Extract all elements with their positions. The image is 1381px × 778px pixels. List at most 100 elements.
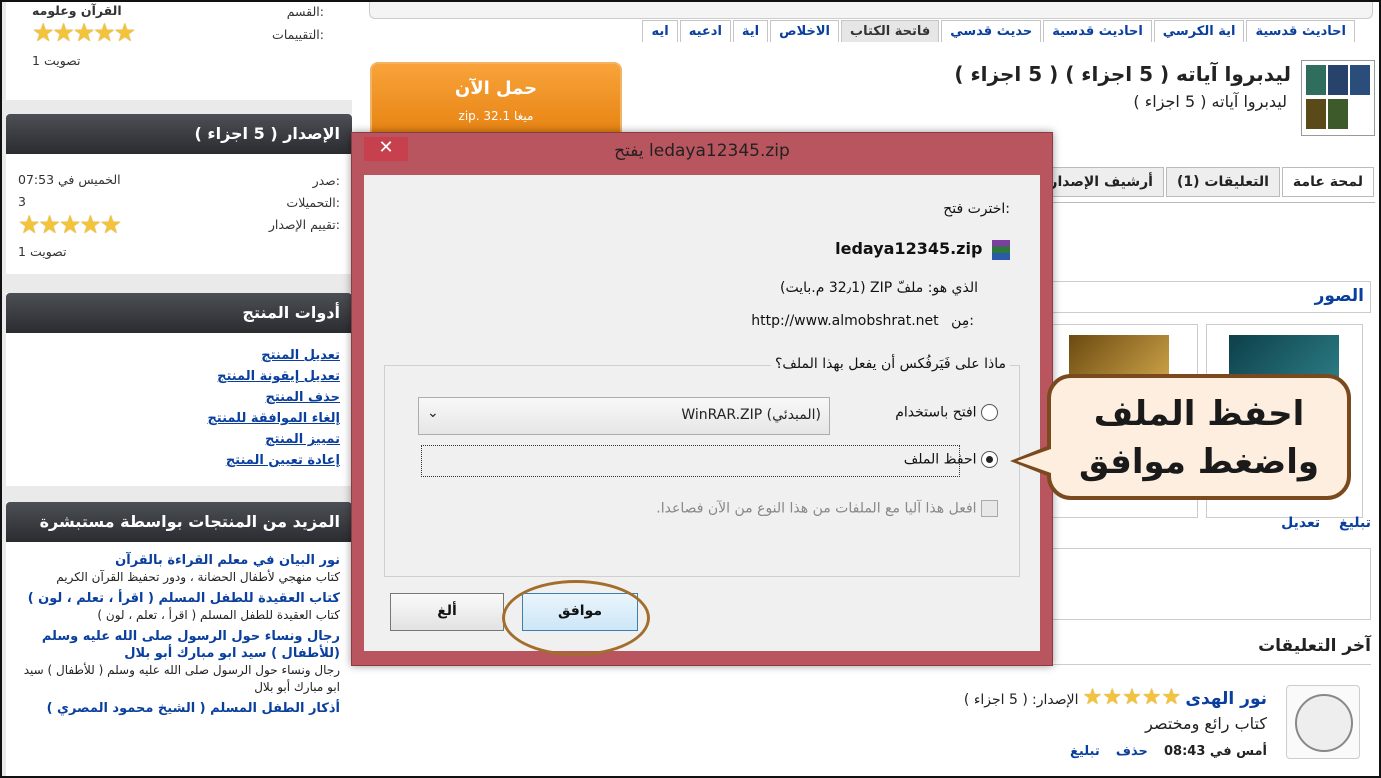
more-product-link[interactable]: رجال ونساء حول الرسول صلى الله عليه وسلم… (20, 628, 340, 662)
release-box-title: الإصدار ( 5 اجزاء ) (6, 114, 352, 154)
product-tabs: لمحة عامة التعليقات (1) أرشيف الإصدارات (1018, 167, 1374, 197)
ok-highlight-ellipse (502, 580, 650, 656)
tag-link[interactable]: احاديث قدسية (1246, 20, 1355, 42)
release-votes: 1 تصويت (18, 244, 67, 259)
open-with-radio[interactable] (981, 404, 998, 421)
comment-report-link[interactable]: تبليغ (1070, 744, 1100, 759)
question-label: ماذا على فَيَرفُكس أن يفعل بهذا الملف؟ (770, 356, 1010, 372)
save-file-label: احفظ الملف (903, 451, 977, 468)
latest-comments-heading: آخر التعليقات (1258, 636, 1371, 656)
comment-header: نور الهدى ★★★★★ الإصدار: ( 5 اجزاء ) (882, 685, 1267, 710)
downloads-label: التحميلات: (286, 195, 340, 210)
from-row: http://www.almobshrat.net مِن: (751, 313, 974, 329)
more-product-desc: كتاب العقيدة للطفل المسلم ( اقرأ ، تعلم … (97, 608, 340, 622)
save-file-option[interactable]: احفظ الملف (904, 451, 998, 468)
dialog-body: اخترت فتح: ledaya12345.zip الذي هو: ملفّ… (364, 175, 1040, 651)
file-type-line: الذي هو: ملفّ ZIP (32٫1 م.بايت) (780, 280, 978, 296)
callout-line1: احفظ الملف (1093, 394, 1305, 434)
downloads-value: 3 (18, 194, 26, 209)
issued-value: الخميس في 07:53 (18, 172, 121, 187)
more-product-link[interactable]: نور البيان في معلم القراءة بالقرآن (20, 552, 340, 569)
top-scroll-area (369, 2, 1373, 19)
tag-link[interactable]: احاديث قدسية (1043, 20, 1152, 42)
unapprove-product-link[interactable]: إلغاء الموافقة للمنتج (6, 408, 340, 429)
section-link[interactable]: القرآن وعلومه (32, 3, 122, 18)
tags-row: احاديث قدسية اية الكرسي احاديث قدسية حدي… (640, 20, 1355, 42)
product-title: ليدبروا آياته ( 5 اجزاء ) ( 5 اجزاء ) (954, 62, 1291, 86)
instruction-callout: احفظ الملف واضغط موافق (1047, 374, 1351, 500)
tag-link[interactable]: اية (732, 20, 769, 42)
edit-product-link[interactable]: تعديل المنتج (6, 345, 340, 366)
release-rating-label: تقييم الإصدار: (268, 217, 340, 232)
more-product-link[interactable]: أذكار الطفل المسلم ( الشيخ محمود المصري … (20, 700, 340, 717)
product-thumbnail (1301, 60, 1375, 136)
comment-release-label: الإصدار: (1032, 692, 1079, 708)
comment-footer: أمس في 08:43 حذف تبليغ (1070, 744, 1267, 759)
ratings-label: التقييمات: (272, 27, 324, 42)
tabs-divider (1050, 202, 1375, 203)
more-products-list: نور البيان في معلم القراءة بالقرآن كتاب … (6, 542, 352, 717)
save-option-focus (421, 445, 960, 477)
edit-product-icon-link[interactable]: تعديل إيقونة المنتج (6, 366, 340, 387)
edit-link[interactable]: تعديل (1281, 515, 1320, 531)
cancel-button[interactable]: ألغ (390, 593, 504, 631)
images-heading: الصور (1314, 286, 1364, 306)
open-with-select[interactable]: ⌄ WinRAR.ZIP (المبدئي) (418, 397, 830, 435)
more-products-box: المزيد من المنتجات بواسطة مستبشرة نور ال… (6, 502, 352, 776)
download-size: zip. 32.1 ميغا (458, 109, 534, 123)
issued-label: صدر: (312, 173, 340, 188)
product-actions: تبليغ تعديل (1281, 515, 1371, 531)
tab-overview[interactable]: لمحة عامة (1281, 167, 1374, 197)
avatar[interactable] (1286, 685, 1360, 759)
open-with-option[interactable]: افتح باستخدام (895, 404, 998, 421)
screenshot-frame: القسم: القرآن وعلومه التقييمات: ★★★★★ 1 … (0, 0, 1381, 778)
auto-label: افعل هذا آليا مع الملفات من هذا النوع من… (656, 500, 977, 517)
report-link[interactable]: تبليغ (1339, 515, 1371, 531)
tag-link[interactable]: حديث قدسي (941, 20, 1042, 42)
winrar-file-icon (992, 239, 1010, 260)
callout-line2: واضغط موافق (1078, 442, 1319, 482)
comment-time: أمس في 08:43 (1164, 744, 1267, 759)
product-info-box: القسم: القرآن وعلومه التقييمات: ★★★★★ 1 … (6, 2, 352, 100)
callout-tail-inner (1017, 449, 1051, 473)
file-row: ledaya12345.zip (835, 239, 1010, 260)
product-tools-box: أدوات المنتج تعديل المنتج تعديل إيقونة ا… (6, 293, 352, 486)
tag-link-active[interactable]: فاتحة الكتاب (841, 20, 940, 42)
more-product-item: كتاب العقيدة للطفل المسلم ( اقرأ ، تعلم … (20, 590, 340, 624)
more-product-item: نور البيان في معلم القراءة بالقرآن كتاب … (20, 552, 340, 586)
release-stars-icon[interactable]: ★★★★★ (18, 212, 122, 238)
comment-delete-link[interactable]: حذف (1116, 744, 1148, 759)
chosen-label: اخترت فتح: (943, 201, 1010, 217)
open-with-label: افتح باستخدام (895, 404, 977, 421)
reassign-product-link[interactable]: إعادة تعيين المنتج (6, 450, 340, 471)
delete-product-link[interactable]: حذف المنتج (6, 387, 340, 408)
rating-stars-icon[interactable]: ★★★★★ (32, 20, 136, 46)
comment-author-link[interactable]: نور الهدى (1185, 689, 1267, 709)
tag-link[interactable]: ايه (642, 20, 678, 42)
auto-option[interactable]: افعل هذا آليا مع الملفات من هذا النوع من… (656, 500, 998, 517)
votes-count: 1 تصويت (32, 53, 81, 68)
comment-release-value: ( 5 اجزاء ) (963, 692, 1028, 708)
more-product-link[interactable]: كتاب العقيدة للطفل المسلم ( اقرأ ، تعلم … (20, 590, 340, 607)
tab-comments[interactable]: التعليقات (1) (1165, 167, 1280, 197)
dialog-title: يفتح ledaya12345.zip (614, 141, 790, 161)
open-with-value: WinRAR.ZIP (المبدئي) (681, 407, 821, 423)
more-product-desc: كتاب منهجي لأطفال الحضانة ، ودور تحفيظ ا… (56, 570, 340, 584)
images-header-box: الصور (1050, 281, 1371, 313)
feature-product-link[interactable]: تمييز المنتج (6, 429, 340, 450)
tag-link[interactable]: ادعيه (679, 20, 731, 42)
download-label: حمل الآن (454, 78, 538, 99)
tools-box-title: أدوات المنتج (6, 293, 352, 333)
tag-link[interactable]: اية الكرسي (1153, 20, 1245, 42)
save-file-radio[interactable] (981, 451, 998, 468)
left-sidebar: القسم: القرآن وعلومه التقييمات: ★★★★★ 1 … (2, 2, 352, 776)
comment-text: كتاب رائع ومختصر (1145, 714, 1267, 733)
tag-link[interactable]: الاخلاص (770, 20, 840, 42)
more-products-title: المزيد من المنتجات بواسطة مستبشرة (6, 502, 352, 542)
file-name: ledaya12345.zip (835, 239, 983, 258)
from-url: http://www.almobshrat.net (751, 313, 939, 329)
comment-stars-icon: ★★★★★ (1082, 685, 1184, 710)
auto-checkbox[interactable] (981, 500, 998, 517)
more-product-item: أذكار الطفل المسلم ( الشيخ محمود المصري … (20, 700, 340, 717)
release-box: الإصدار ( 5 اجزاء ) صدر: الخميس في 07:53… (6, 114, 352, 274)
